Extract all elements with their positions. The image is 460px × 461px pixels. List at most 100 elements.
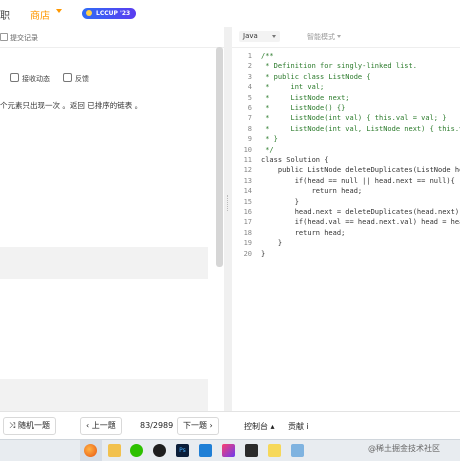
line-number: 2 <box>247 62 252 71</box>
bell-icon <box>10 73 19 82</box>
next-question-label: 下一题 <box>183 421 207 430</box>
console-toggle[interactable]: 控制台 ▴ <box>244 421 275 432</box>
code-text: /** <box>261 52 274 60</box>
line-number: 5 <box>247 93 252 102</box>
code-line[interactable]: 5 * ListNode next; <box>232 93 460 103</box>
code-line[interactable]: 10 */ <box>232 145 460 155</box>
tab-submissions[interactable]: 提交记录 <box>0 29 38 47</box>
photoshop-icon[interactable]: Ps <box>176 444 189 457</box>
code-text: } <box>261 239 283 248</box>
code-text: class Solution { <box>261 156 329 164</box>
line-number: 20 <box>243 249 252 258</box>
language-select[interactable]: Java <box>239 31 280 42</box>
line-number: 10 <box>243 145 252 154</box>
code-line[interactable]: 16 head.next = deleteDuplicates(head.nex… <box>232 207 460 217</box>
code-text: * int val; <box>261 83 325 92</box>
code-text: * ListNode(int val) { this.val = val; } <box>261 114 447 123</box>
prev-question-label: 上一题 <box>91 421 116 430</box>
code-text: * ListNode next; <box>261 93 350 102</box>
wechat-icon[interactable] <box>130 444 143 457</box>
qq-icon[interactable] <box>153 444 166 457</box>
chevron-down-icon <box>271 35 276 38</box>
line-number: 3 <box>247 72 252 81</box>
code-text: public ListNode deleteDuplicates(ListNod… <box>261 166 460 175</box>
scrollbar[interactable] <box>216 47 223 267</box>
code-line[interactable]: 4 * int val; <box>232 82 460 92</box>
code-text: * ListNode(int val, ListNode next) { thi… <box>261 124 460 133</box>
feedback-icon <box>63 73 72 82</box>
store-dropdown-icon[interactable] <box>56 9 62 13</box>
smart-mode-toggle[interactable]: 智能模式 <box>307 32 341 42</box>
code-text: * public class ListNode { <box>261 72 371 81</box>
code-text: if(head == null || head.next == null){ <box>261 176 455 185</box>
code-text: head.next = deleteDuplicates(head.next); <box>261 208 460 216</box>
code-line[interactable]: 19 } <box>232 238 460 248</box>
chevron-left-icon: ‹ <box>86 421 90 430</box>
code-text: return head; <box>261 187 363 196</box>
code-line[interactable]: 1 /** <box>232 51 460 61</box>
code-line[interactable]: 14 return head; <box>232 186 460 196</box>
intellij-icon[interactable] <box>222 444 235 457</box>
code-text: * ListNode() {} <box>261 104 346 112</box>
code-text: return head; <box>261 228 346 237</box>
feedback-label: 反馈 <box>75 75 89 83</box>
tab-submissions-label: 提交记录 <box>10 34 38 42</box>
code-line[interactable]: 20} <box>232 249 460 259</box>
chevron-right-icon: › <box>209 421 213 430</box>
feedback-button[interactable]: 反馈 <box>63 73 89 84</box>
code-line[interactable]: 2 * Definition for singly-linked list. <box>232 61 460 71</box>
code-text: */ <box>261 145 274 154</box>
code-editor-panel: Java 智能模式 1/** 2 * Definition for singly-… <box>232 27 460 411</box>
terminal-icon[interactable] <box>245 444 258 457</box>
vscode-icon[interactable] <box>199 444 212 457</box>
bottom-action-bar: ⤨ 随机一题 ‹ 上一题 83/2989 下一题 › 控制台 ▴ 贡献 i <box>0 411 460 440</box>
nav-store-link[interactable]: 商店 <box>30 7 50 22</box>
code-line[interactable]: 11 class Solution { <box>232 155 460 165</box>
code-line[interactable]: 12 public ListNode deleteDuplicates(List… <box>232 165 460 175</box>
receive-updates-button[interactable]: 接收动态 <box>10 73 50 84</box>
code-line[interactable]: 17 if(head.val == head.next.val) head = … <box>232 217 460 227</box>
line-number: 18 <box>243 228 252 237</box>
code-text: } <box>261 197 299 206</box>
gallery-icon[interactable] <box>291 444 304 457</box>
console-label: 控制台 <box>244 422 268 431</box>
line-number: 12 <box>243 166 252 175</box>
panel-divider-line <box>0 47 224 48</box>
line-number: 19 <box>243 239 252 248</box>
code-line[interactable]: 15 } <box>232 197 460 207</box>
code-line[interactable]: 6 * ListNode() {} <box>232 103 460 113</box>
nav-jobs-link[interactable]: 职 <box>0 7 10 22</box>
history-icon <box>0 33 8 41</box>
code-area[interactable]: 1/** 2 * Definition for singly-linked lis… <box>232 51 460 291</box>
language-value: Java <box>243 32 258 40</box>
line-number: 9 <box>247 135 252 144</box>
panel-resize-handle[interactable] <box>224 27 232 411</box>
contribute-button[interactable]: 贡献 i <box>288 421 309 432</box>
notes-icon[interactable] <box>268 444 281 457</box>
code-line[interactable]: 3 * public class ListNode { <box>232 72 460 82</box>
prev-question-button[interactable]: ‹ 上一题 <box>80 417 122 435</box>
line-number: 6 <box>247 104 252 112</box>
code-line[interactable]: 8 * ListNode(int val, ListNode next) { t… <box>232 124 460 134</box>
next-question-button[interactable]: 下一题 › <box>177 417 219 435</box>
line-number: 4 <box>247 83 252 92</box>
code-text: * Definition for singly-linked list. <box>261 62 417 71</box>
problem-panel: 提交记录 接收动态 反馈 个元素只出现一次 。返回 已排序的链表 。 <box>0 27 224 411</box>
line-number: 13 <box>243 176 252 185</box>
code-line[interactable]: 9 * } <box>232 134 460 144</box>
chevron-up-icon: ▴ <box>270 422 275 431</box>
lccup-badge[interactable]: LCCUP '23 <box>82 8 137 19</box>
line-number: 16 <box>243 208 252 216</box>
code-line[interactable]: 13 if(head == null || head.next == null)… <box>232 176 460 186</box>
line-number: 11 <box>243 156 252 164</box>
code-line[interactable]: 7 * ListNode(int val) { this.val = val; … <box>232 113 460 123</box>
firefox-icon[interactable] <box>84 444 97 457</box>
receive-updates-label: 接收动态 <box>22 75 50 83</box>
top-nav-bar: 职 商店 LCCUP '23 <box>0 0 460 28</box>
random-question-label: 随机一题 <box>17 421 50 430</box>
line-number: 17 <box>243 218 252 227</box>
question-counter: 83/2989 <box>140 421 174 430</box>
file-explorer-icon[interactable] <box>108 444 121 457</box>
random-question-button[interactable]: ⤨ 随机一题 <box>3 417 56 435</box>
code-line[interactable]: 18 return head; <box>232 228 460 238</box>
